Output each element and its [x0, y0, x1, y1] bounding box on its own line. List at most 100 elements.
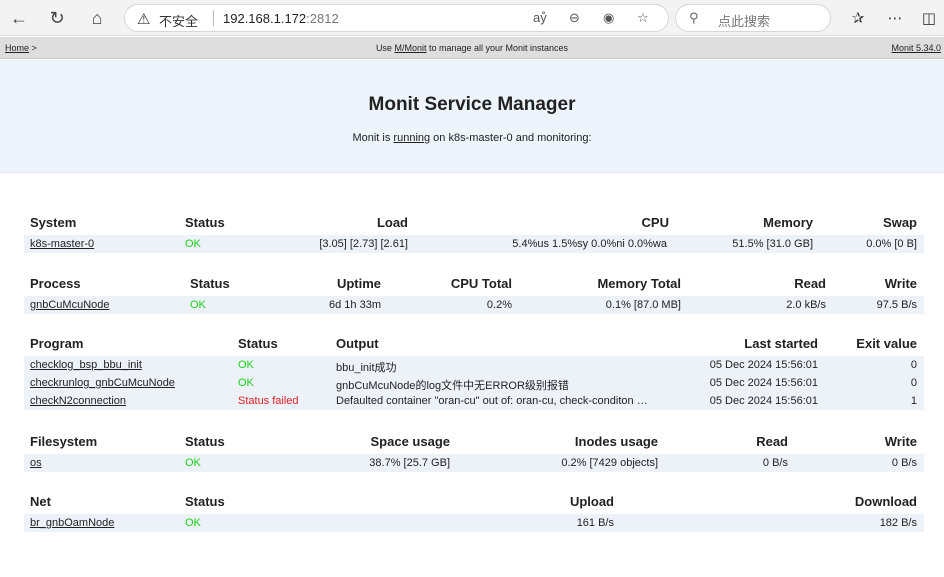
system-memory: 51.5% [31.0 GB]	[732, 238, 813, 250]
filesystem-header-inodes: Inodes usage	[574, 434, 658, 449]
page-title: Monit Service Manager	[368, 94, 576, 115]
system-swap: 0.0% [0 B]	[866, 238, 917, 250]
back-icon[interactable]: ←	[6, 5, 32, 31]
system-table: System Status Load CPU Memory Swap k8s-m…	[24, 213, 924, 253]
program-header-last: Last started	[744, 336, 818, 351]
program-exit-value: 0	[910, 359, 917, 371]
status-badge: OK	[190, 299, 206, 311]
program-exit-value: 1	[910, 395, 917, 407]
favorite-star-icon[interactable]: ☆	[637, 10, 649, 26]
url-port: :2812	[306, 11, 339, 26]
process-memory: 0.1% [87.0 MB]	[605, 299, 681, 311]
page-subtitle: Monit is running on k8s-master-0 and mon…	[0, 132, 944, 144]
program-exit-value: 0	[910, 377, 917, 389]
table-row: k8s-master-0 OK [3.05] [2.73] [2.61] 5.4…	[24, 235, 924, 253]
system-header-load: Load	[376, 215, 408, 230]
mmonit-prefix: Use	[375, 43, 395, 53]
net-header-status: Status	[185, 494, 225, 509]
program-output: gnbCuMcuNode的log文件中无ERROR级别报错	[336, 380, 569, 392]
program-name-link[interactable]: checkrunlog_gnbCuMcuNode	[30, 377, 175, 389]
sidebar-icon[interactable]: ◫	[916, 5, 942, 31]
status-badge: OK	[185, 238, 201, 250]
net-name-link[interactable]: br_gnbOamNode	[30, 517, 114, 529]
mmonit-link[interactable]: M/Monit	[394, 43, 426, 53]
subtitle-prefix: Monit is	[352, 132, 394, 144]
zoom-icon[interactable]: ⊖	[569, 10, 580, 26]
process-header-name: Process	[30, 276, 81, 291]
warning-icon: ⚠	[137, 11, 151, 28]
process-uptime: 6d 1h 33m	[329, 299, 381, 311]
address-bar[interactable]: ⚠ 不安全 192.168.1.172:2812 aẙ ⊖ ◉ ☆	[124, 4, 669, 32]
program-header-name: Program	[30, 336, 84, 351]
status-badge: OK	[238, 377, 254, 389]
program-name-link[interactable]: checkN2connection	[30, 395, 126, 407]
more-icon[interactable]: ⋯	[882, 5, 908, 31]
browser-toolbar: ← ↻ ⌂ ⚠ 不安全 192.168.1.172:2812 aẙ ⊖ ◉ ☆ …	[0, 0, 944, 36]
table-row: checkN2connection Status failed Defaulte…	[24, 392, 924, 410]
system-cpu: 5.4%us 1.5%sy 0.0%ni 0.0%wa	[512, 238, 667, 250]
mmonit-suffix: to manage all your Monit instances	[426, 43, 569, 53]
search-icon: ⚲	[689, 10, 699, 25]
filesystem-space: 38.7% [25.7 GB]	[369, 457, 450, 469]
net-header-upload: Upload	[569, 494, 614, 509]
page-header: Monit Service Manager Monit is running o…	[0, 60, 944, 173]
table-row: os OK 38.7% [25.7 GB] 0.2% [7429 objects…	[24, 454, 924, 472]
running-link[interactable]: running	[393, 132, 430, 144]
process-header-cpu: CPU Total	[450, 276, 512, 291]
net-header-name: Net	[30, 494, 51, 509]
system-header-swap: Swap	[883, 215, 917, 230]
status-badge: OK	[185, 457, 201, 469]
filesystem-write: 0 B/s	[891, 457, 917, 469]
mmonit-notice: Use M/Monit to manage all your Monit ins…	[0, 43, 944, 53]
monit-nav-bar: Home > Use M/Monit to manage all your Mo…	[0, 37, 944, 59]
filesystem-read: 0 B/s	[762, 457, 788, 469]
process-name-link[interactable]: gnbCuMcuNode	[30, 299, 110, 311]
system-load: [3.05] [2.73] [2.61]	[319, 238, 408, 250]
url-text[interactable]: 192.168.1.172:2812	[223, 11, 339, 26]
program-table: Program Status Output Last started Exit …	[24, 334, 924, 410]
filesystem-header-status: Status	[185, 434, 225, 449]
process-cpu: 0.2%	[486, 299, 512, 311]
process-header-memory: Memory Total	[597, 276, 681, 291]
status-badge: OK	[238, 359, 254, 371]
system-header-memory: Memory	[763, 215, 813, 230]
process-header-uptime: Uptime	[336, 276, 381, 291]
insecure-label[interactable]: 不安全	[159, 11, 198, 30]
table-row: checklog_bsp_bbu_init OK bbu_init成功 05 D…	[24, 356, 924, 374]
process-header-write: Write	[884, 276, 917, 291]
process-write: 97.5 B/s	[876, 299, 917, 311]
filesystem-header-space: Space usage	[370, 434, 451, 449]
process-header-status: Status	[190, 276, 230, 291]
url-host: 192.168.1.172	[223, 11, 307, 26]
program-header-row: Program Status Output Last started Exit …	[24, 334, 924, 356]
net-table: Net Status Upload Download br_gnbOamNode…	[24, 492, 924, 532]
home-icon[interactable]: ⌂	[84, 5, 110, 31]
process-header-read: Read	[794, 276, 826, 291]
favorites-icon[interactable]: ✰	[845, 5, 871, 31]
net-header-download: Download	[854, 494, 917, 509]
reload-icon[interactable]: ↻	[44, 5, 70, 31]
search-box[interactable]: ⚲ 点此搜索	[675, 4, 831, 32]
filesystem-table: Filesystem Status Space usage Inodes usa…	[24, 432, 924, 472]
program-name-link[interactable]: checklog_bsp_bbu_init	[30, 359, 142, 371]
filesystem-inodes: 0.2% [7429 objects]	[561, 457, 658, 469]
filesystem-header-write: Write	[884, 434, 917, 449]
version-link[interactable]: Monit 5.34.0	[891, 43, 941, 53]
search-placeholder: 点此搜索	[718, 14, 771, 29]
table-row: br_gnbOamNode OK 161 B/s 182 B/s	[24, 514, 924, 532]
net-upload: 161 B/s	[576, 517, 614, 529]
address-separator	[213, 10, 214, 26]
system-name-link[interactable]: k8s-master-0	[30, 238, 94, 250]
system-header-name: System	[30, 215, 77, 230]
table-row: checkrunlog_gnbCuMcuNode OK gnbCuMcuNode…	[24, 374, 924, 392]
program-last-started: 05 Dec 2024 15:56:01	[709, 377, 818, 389]
program-output: bbu_init成功	[336, 362, 397, 374]
program-last-started: 05 Dec 2024 15:56:01	[709, 395, 818, 407]
process-read: 2.0 kB/s	[786, 299, 826, 311]
filesystem-name-link[interactable]: os	[30, 457, 42, 469]
read-aloud-icon[interactable]: aẙ	[533, 10, 547, 25]
system-header-cpu: CPU	[641, 215, 669, 230]
subtitle-suffix: on k8s-master-0 and monitoring:	[430, 132, 592, 144]
program-last-started: 05 Dec 2024 15:56:01	[709, 359, 818, 371]
edge-extension-icon[interactable]: ◉	[603, 10, 614, 26]
